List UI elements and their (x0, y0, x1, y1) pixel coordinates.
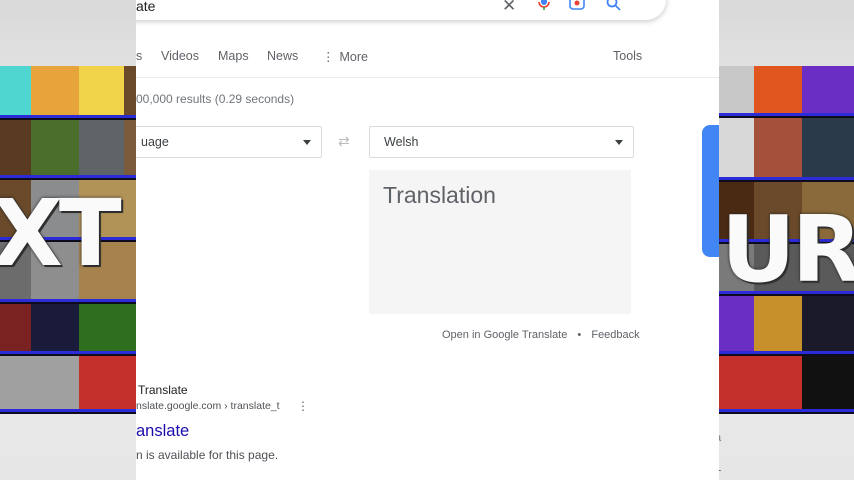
result-url[interactable]: nslate.google.com › translate_t (136, 400, 280, 412)
vertical-dots-icon: ⋮ (322, 50, 335, 64)
block-tile (754, 118, 802, 180)
tab-partial[interactable]: s (136, 49, 142, 63)
block-tile (719, 296, 754, 354)
right-video-overlay: UR a L (719, 0, 854, 480)
tab-videos[interactable]: Videos (161, 49, 199, 63)
result-site-name: Translate (138, 383, 188, 397)
block-tile (754, 66, 802, 116)
overlay-caption-right: UR (721, 196, 854, 303)
overlay-small-text-a: a (719, 432, 721, 444)
result-stats: 00,000 results (0.29 seconds) (136, 92, 295, 106)
search-results-page: ate ✕ s Videos Maps News ⋮ More Tools 00,… (136, 0, 719, 480)
chevron-down-icon (615, 140, 623, 145)
overlay-caption-left: XT (0, 180, 122, 287)
block-tile (802, 356, 854, 412)
block-tile (31, 66, 79, 118)
chevron-down-icon (303, 140, 311, 145)
tab-maps[interactable]: Maps (218, 49, 249, 63)
feedback-link[interactable]: Feedback (591, 329, 639, 341)
swap-arrows-icon[interactable]: ⇄ (338, 133, 350, 150)
block-tile (79, 120, 124, 178)
block-tile (802, 296, 854, 354)
block-tile (0, 356, 79, 412)
block-tile (79, 66, 124, 118)
camera-lens-icon[interactable] (569, 0, 585, 15)
tools-button[interactable]: Tools (613, 49, 642, 63)
result-title-link[interactable]: anslate (136, 422, 189, 441)
block-tile (79, 356, 136, 412)
tab-more-label: More (339, 50, 368, 64)
block-tile (124, 120, 136, 178)
block-tile (31, 304, 79, 354)
block-tile (0, 304, 31, 354)
separator-dot: • (577, 329, 582, 341)
tab-more[interactable]: ⋮ More (322, 49, 368, 64)
tab-news[interactable]: News (267, 49, 298, 63)
target-language-label: Welsh (384, 135, 419, 149)
close-icon[interactable]: ✕ (502, 0, 516, 16)
target-language-select[interactable]: Welsh (369, 126, 634, 158)
microphone-icon[interactable] (538, 0, 550, 15)
search-icon[interactable] (606, 0, 621, 16)
source-language-select[interactable]: uage (136, 126, 322, 158)
result-snippet: n is available for this page. (136, 448, 279, 462)
overlay-small-text-l: L (719, 462, 721, 474)
block-tile (79, 304, 136, 354)
block-tile (0, 120, 31, 178)
block-tile (802, 66, 854, 116)
accent-sliver (702, 125, 719, 257)
block-tile (719, 118, 754, 180)
block-tile (719, 356, 802, 412)
search-tabs: s Videos Maps News ⋮ More Tools (136, 49, 719, 78)
search-box[interactable]: ate ✕ (136, 0, 666, 20)
search-query-text[interactable]: ate (136, 0, 155, 14)
left-video-overlay: XT (0, 0, 136, 480)
source-language-label: uage (141, 135, 169, 149)
kebab-menu-icon[interactable]: ⋮ (297, 399, 309, 413)
translate-links: Open in Google Translate • Feedback (442, 329, 640, 341)
block-tile (31, 120, 79, 178)
block-tile (719, 66, 754, 116)
block-tile (802, 118, 854, 180)
block-tile (754, 296, 802, 354)
open-in-google-translate-link[interactable]: Open in Google Translate (442, 329, 567, 341)
block-tile (0, 66, 31, 118)
block-tile (124, 66, 136, 118)
translation-placeholder: Translation (383, 182, 496, 208)
translation-output-box[interactable]: Translation (369, 170, 631, 314)
